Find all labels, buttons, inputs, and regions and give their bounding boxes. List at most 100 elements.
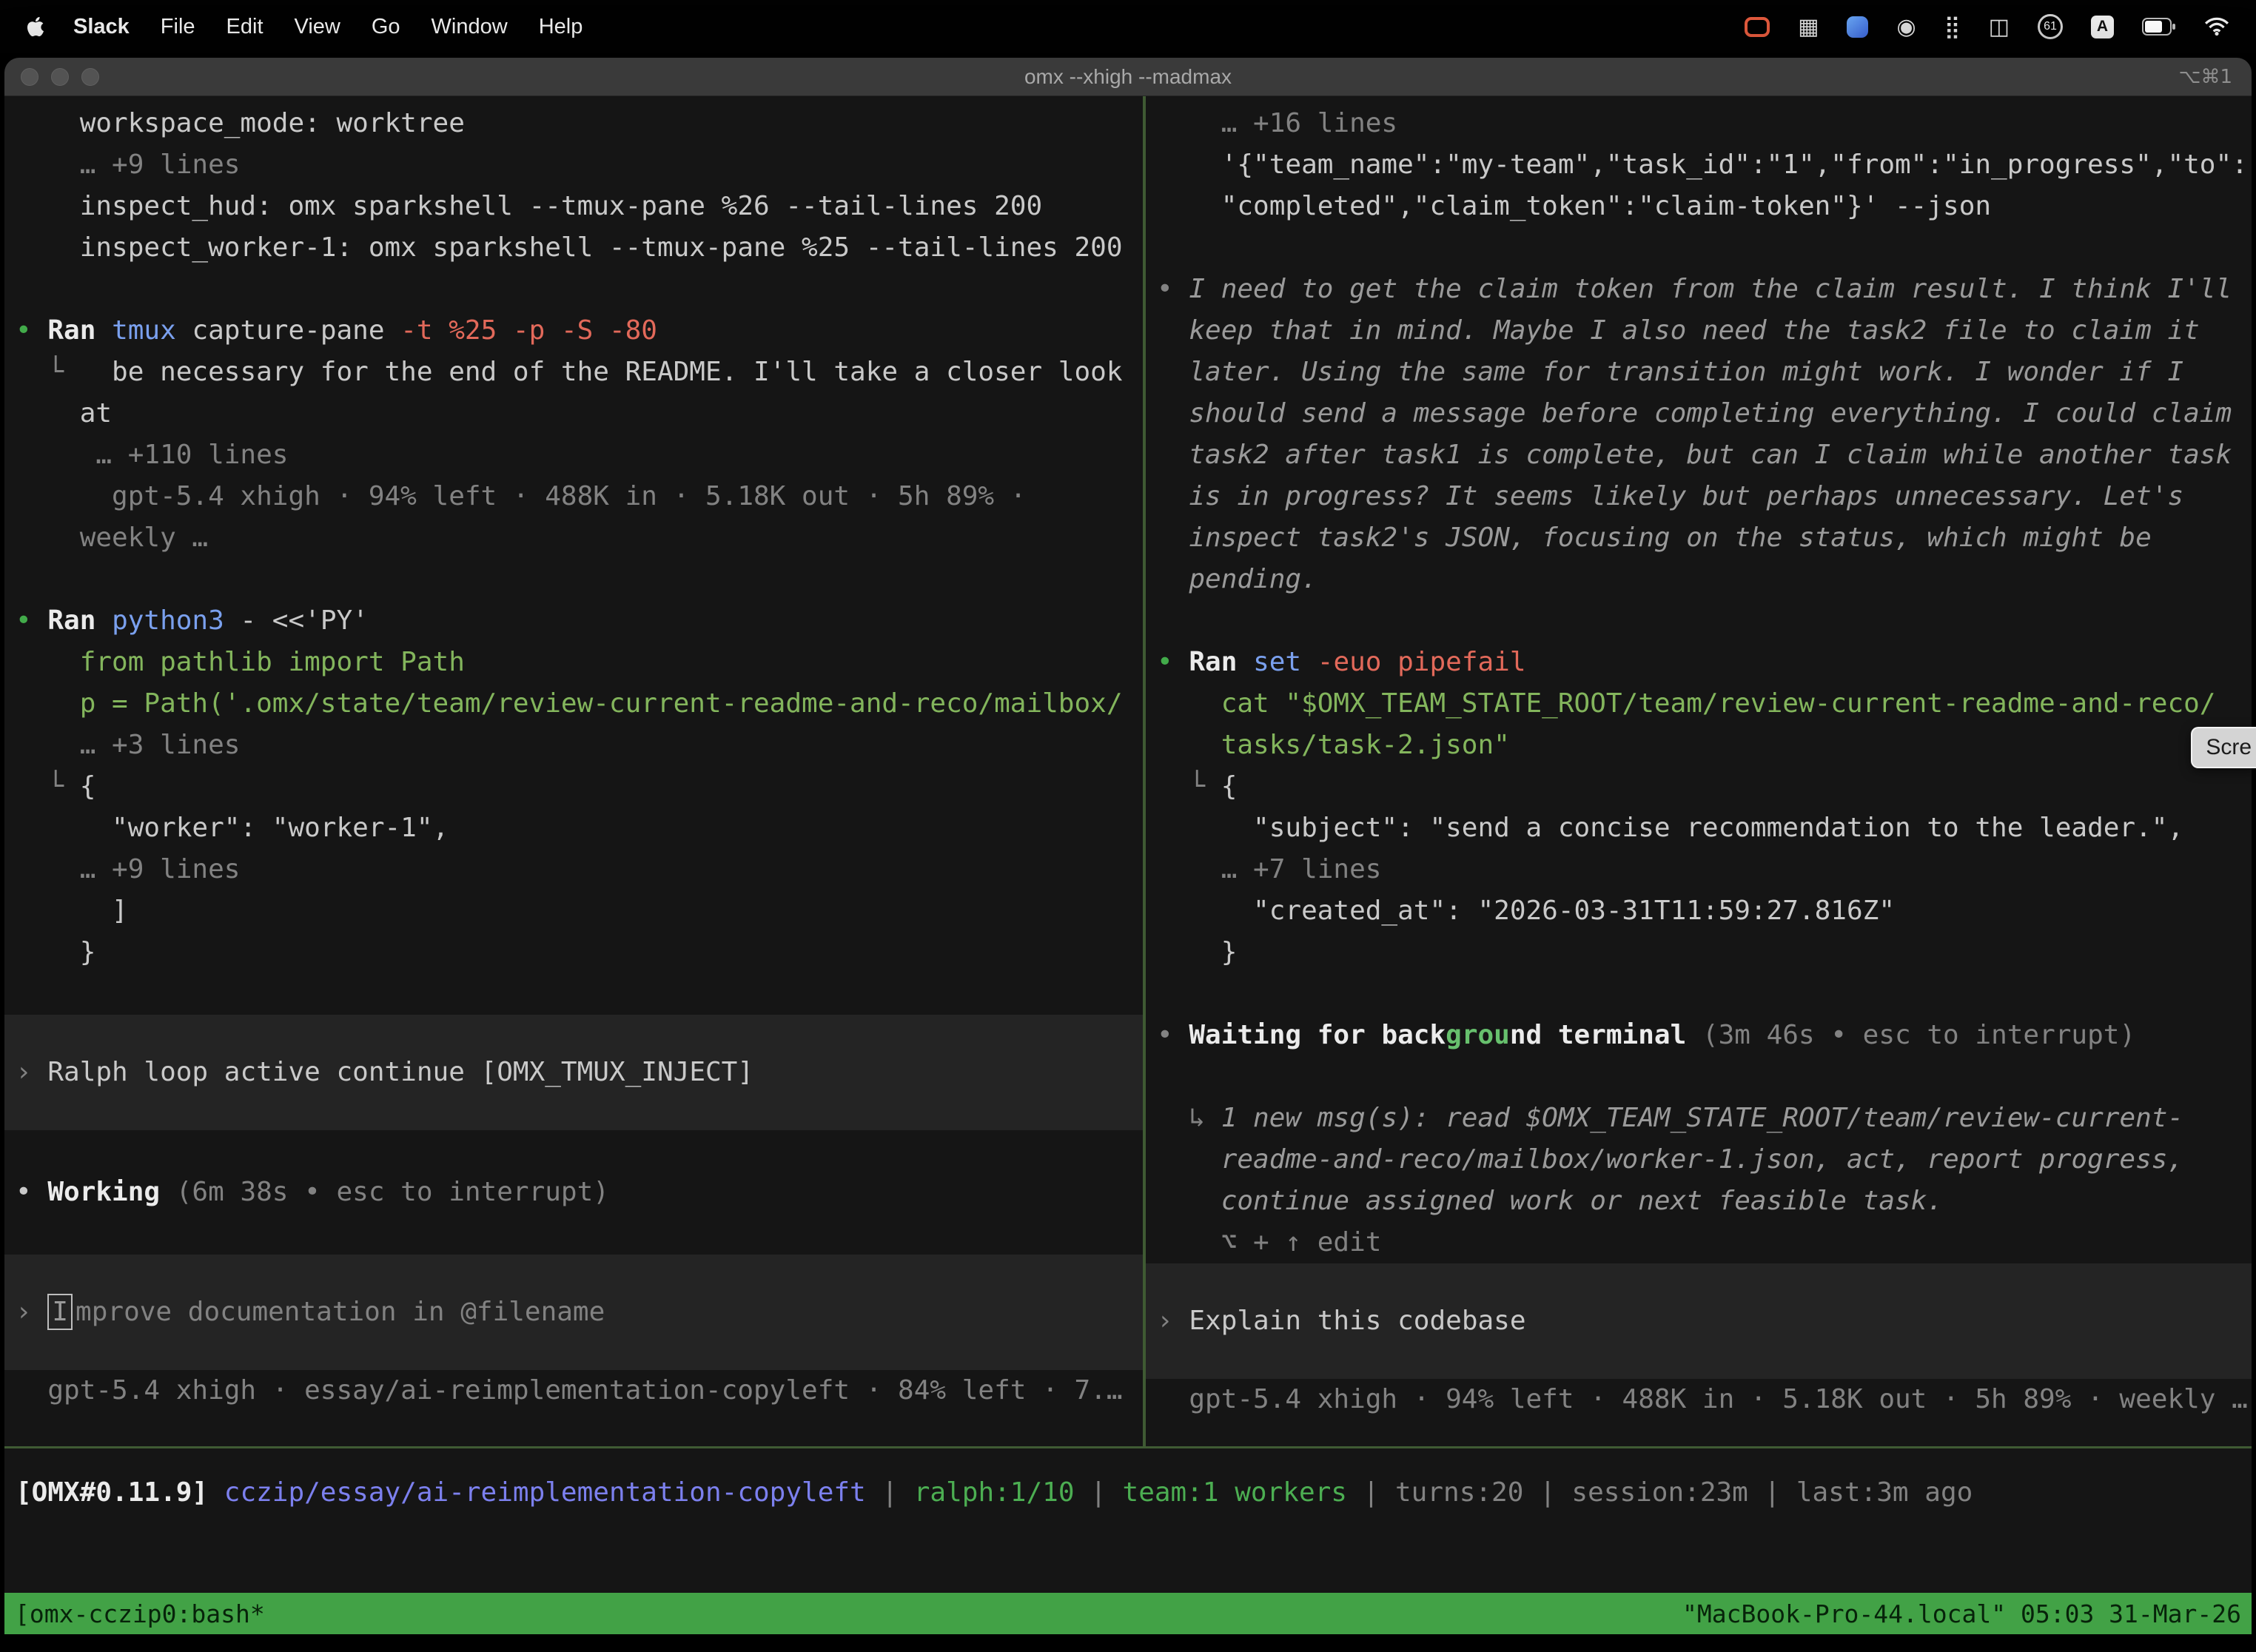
terminal-text-segment: gpt-5.4 xhigh · 94% left · 488K in · 5.1…: [16, 481, 1026, 511]
terminal-text-segment: |: [1748, 1477, 1796, 1508]
terminal-line: inspect_worker-1: omx sparkshell --tmux-…: [16, 227, 1143, 269]
minimize-button[interactable]: [51, 68, 69, 86]
terminal-text-segment: Ralph loop active continue [OMX_TMUX_INJ…: [47, 1057, 753, 1087]
terminal-text-segment: … +110 lines: [16, 440, 288, 470]
raycast-icon[interactable]: [1847, 16, 1868, 38]
circle-app-icon[interactable]: ◉: [1896, 14, 1916, 40]
right-terminal-pane[interactable]: … +16 lines '{"team_name":"my-team","tas…: [1146, 96, 2252, 1446]
terminal-text-segment: ↳: [1157, 1103, 1221, 1133]
terminal-text-segment: (6m 38s • esc to interrupt): [176, 1177, 609, 1207]
prompt-input-row[interactable]: › Ralph loop active continue [OMX_TMUX_I…: [4, 1015, 1143, 1130]
terminal-blank-line: [16, 269, 1143, 310]
terminal-line: • Working (6m 38s • esc to interrupt): [16, 1172, 1143, 1213]
window-shortcut-hint: ⌥⌘1: [2178, 58, 2232, 95]
terminal-line: readme-and-reco/mailbox/worker-1.json, a…: [1157, 1139, 2252, 1181]
terminal-line: from pathlib import Path: [16, 642, 1143, 683]
terminal-text-segment: later. Using the same for transition mig…: [1157, 357, 2183, 387]
terminal-text-segment: workspace_mode: worktree: [16, 108, 465, 138]
terminal-line: gpt-5.4 xhigh · 94% left · 488K in · 5.1…: [1157, 1379, 2252, 1420]
wifi-icon[interactable]: [2204, 17, 2229, 36]
menubar-menus: Slack File Edit View Go Window Help: [19, 15, 598, 39]
terminal-text-segment: -t %25 -p -S -80: [400, 315, 657, 346]
terminal-line: … +9 lines: [16, 849, 1143, 890]
dots-grid-icon[interactable]: ⣿: [1944, 14, 1961, 40]
terminal-line: weekly …: [16, 517, 1143, 559]
terminal-line: keep that in mind. Maybe I also need the…: [1157, 310, 2252, 352]
close-button[interactable]: [21, 68, 38, 86]
terminal-line: └ {: [16, 766, 1143, 807]
terminal-text-segment: … +16 lines: [1157, 108, 1397, 138]
terminal-line: continue assigned work or next feasible …: [1157, 1181, 2252, 1222]
terminal-text-segment: is in progress? It seems likely but perh…: [1157, 481, 2183, 511]
menu-help[interactable]: Help: [523, 15, 599, 39]
terminal-text-segment: |: [866, 1477, 914, 1508]
terminal-line: … +110 lines: [16, 434, 1143, 476]
menu-view[interactable]: View: [279, 15, 356, 39]
window-app-icon[interactable]: ◫: [1989, 14, 2010, 40]
left-terminal-pane[interactable]: workspace_mode: worktree … +9 lines insp…: [4, 96, 1143, 1446]
terminal-line: workspace_mode: worktree: [16, 103, 1143, 144]
input-source-label: A: [2097, 18, 2108, 36]
zoom-button[interactable]: [81, 68, 99, 86]
terminal-blank-line: [16, 559, 1143, 600]
terminal-line: … +7 lines: [1157, 849, 2252, 890]
terminal-text-segment: └: [1157, 771, 1221, 802]
terminal-text-segment: from pathlib import Path: [16, 647, 465, 677]
terminal-text-segment: - <<'PY': [224, 605, 369, 636]
terminal-line: … +16 lines: [1157, 103, 2252, 144]
terminal-line: [OMX#0.11.9] cczip/essay/ai-reimplementa…: [16, 1472, 2252, 1514]
terminal-text-segment: Ran: [47, 315, 112, 346]
terminal-line: task2 after task1 is complete, but can I…: [1157, 434, 2252, 476]
titlebar[interactable]: omx --xhigh --madmax ⌥⌘1: [4, 58, 2252, 96]
terminal-text-segment: ›: [16, 1297, 47, 1327]
terminal-text-segment: ]: [16, 896, 128, 926]
terminal-text-segment: └: [16, 771, 80, 802]
screen-edge-tooltip: Scre: [2191, 727, 2256, 768]
terminal-line: gpt-5.4 xhigh · essay/ai-reimplementatio…: [16, 1370, 1143, 1411]
prompt-input-row[interactable]: › Explain this codebase: [1146, 1263, 2252, 1379]
apple-menu[interactable]: [19, 16, 58, 38]
terminal-blank-line: [1157, 1056, 2252, 1098]
terminal-line: pending.: [1157, 559, 2252, 600]
prompt-input-row[interactable]: › Improve documentation in @filename: [4, 1255, 1143, 1370]
terminal-line: … +3 lines: [16, 725, 1143, 766]
terminal-line: tasks/task-2.json": [1157, 725, 2252, 766]
terminal-text-segment: inspect_worker-1: omx sparkshell --tmux-…: [16, 232, 1123, 263]
grid-icon[interactable]: ▦: [1798, 14, 1819, 40]
terminal-line: "subject": "send a concise recommendatio…: [1157, 807, 2252, 849]
terminal-text-segment: should send a message before completing …: [1157, 398, 2232, 429]
terminal-text-segment: ⌥ + ↑ edit: [1157, 1227, 1381, 1258]
terminal-text-segment: '{"team_name":"my-team","task_id":"1","f…: [1157, 150, 2248, 180]
menu-app-name[interactable]: Slack: [58, 15, 145, 39]
menu-go[interactable]: Go: [356, 15, 416, 39]
input-source-icon[interactable]: A: [2091, 16, 2114, 38]
terminal-text-segment: |: [1523, 1477, 1571, 1508]
terminal-line: • Ran set -euo pipefail: [1157, 642, 2252, 683]
window-title: omx --xhigh --madmax: [1024, 65, 1232, 89]
terminal-text-segment: team:1 workers: [1123, 1477, 1347, 1508]
terminal-line: at: [16, 393, 1143, 434]
terminal-text-segment: 1 new msg(s): read $OMX_TEAM_STATE_ROOT/…: [1221, 1103, 2183, 1133]
terminal-text-segment: inspect_hud: omx sparkshell --tmux-pane …: [16, 191, 1042, 221]
terminal-text-segment: session:23m: [1571, 1477, 1748, 1508]
battery-icon[interactable]: [2142, 18, 2176, 36]
omx-hud-pane[interactable]: [OMX#0.11.9] cczip/essay/ai-reimplementa…: [4, 1448, 2252, 1593]
terminal-text-segment: python3: [112, 605, 224, 636]
menu-edit[interactable]: Edit: [211, 15, 279, 39]
battery-gauge-icon[interactable]: 61: [2038, 14, 2063, 39]
terminal-text-segment: gpt-5.4 xhigh · essay/ai-reimplementatio…: [16, 1375, 1123, 1406]
traffic-lights: [21, 58, 99, 95]
terminal-line: • Ran tmux capture-pane -t %25 -p -S -80: [16, 310, 1143, 352]
terminal-text-segment: readme-and-reco/mailbox/worker-1.json, a…: [1157, 1144, 2183, 1175]
menu-file[interactable]: File: [145, 15, 211, 39]
terminal-text-segment: cczip/essay/ai-reimplementation-copyleft: [224, 1477, 866, 1508]
terminal-text-segment: capture-pane: [176, 315, 400, 346]
terminal-blank-line: [16, 1130, 1143, 1172]
terminal-window: omx --xhigh --madmax ⌥⌘1 workspace_mode:…: [4, 58, 2252, 1634]
menu-window[interactable]: Window: [416, 15, 523, 39]
terminal-text-segment: at: [16, 398, 112, 429]
screen-record-indicator-icon[interactable]: [1745, 17, 1770, 37]
terminal-text-segment: p = Path('.omx/state/team/review-current…: [16, 688, 1123, 719]
tmux-host-clock: "MacBook-Pro-44.local" 05:03 31-Mar-26: [1682, 1599, 2241, 1628]
terminal-text-segment: {: [1221, 771, 1238, 802]
